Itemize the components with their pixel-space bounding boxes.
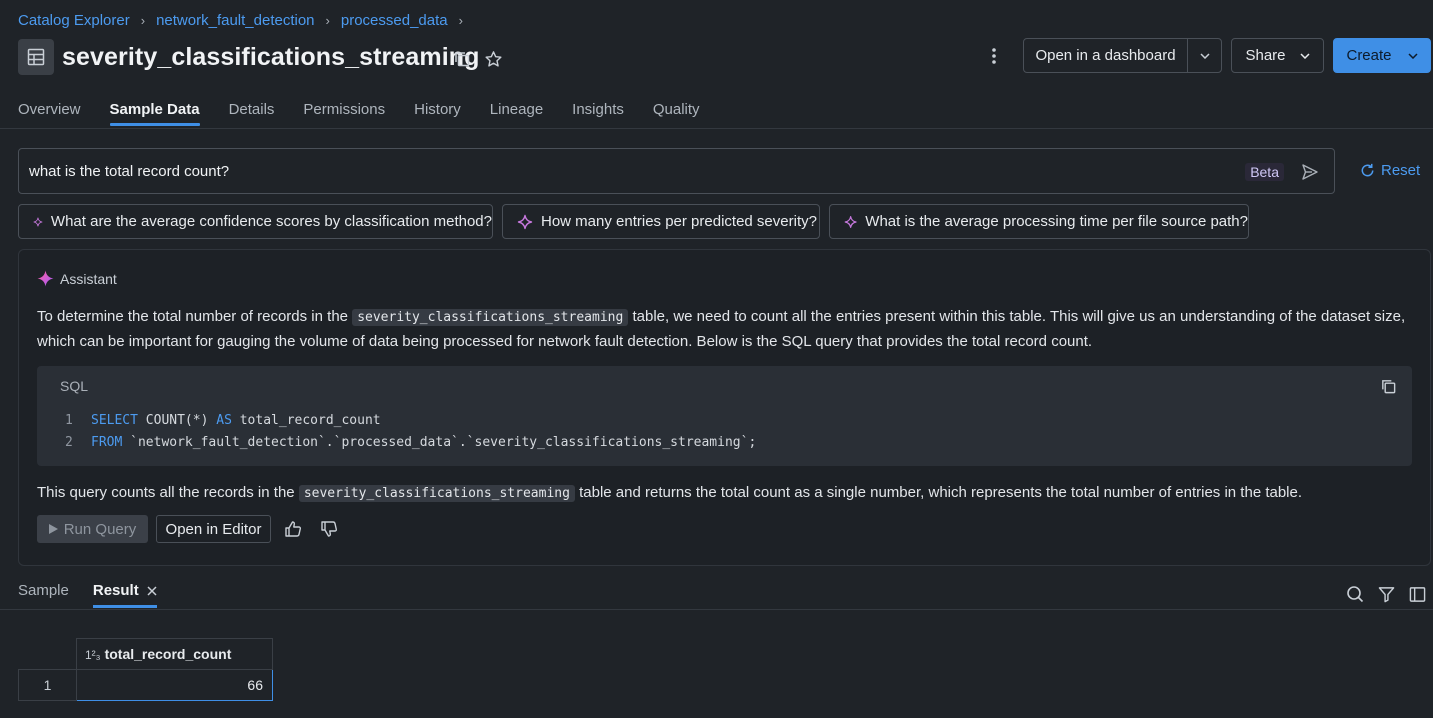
suggestion-label: What are the average confidence scores b… — [50, 213, 492, 230]
line-number: 1 — [65, 413, 73, 428]
filter-icon[interactable] — [1376, 584, 1396, 604]
page-title: severity_classifications_streaming — [62, 43, 480, 71]
inline-table-name: severity_classifications_streaming — [352, 309, 629, 326]
reset-button[interactable]: Reset — [1359, 162, 1420, 179]
table-header-row: 1²₃ total_record_count — [18, 638, 273, 670]
outro-text: This query counts all the records in the — [37, 484, 295, 501]
breadcrumb-separator: › — [325, 13, 330, 28]
table-icon — [18, 39, 54, 75]
suggestion-label: How many entries per predicted severity? — [541, 213, 817, 230]
intro-text: To determine the total number of records… — [37, 308, 349, 325]
run-query-label: Run Query — [63, 520, 137, 538]
column-header-label: total_record_count — [104, 646, 232, 662]
suggestion-chip[interactable]: How many entries per predicted severity? — [502, 204, 820, 239]
result-tab-bar: Sample Result — [18, 582, 157, 608]
open-in-dashboard-button[interactable]: Open in a dashboard — [1023, 38, 1188, 73]
tab-overview[interactable]: Overview — [18, 101, 81, 124]
kebab-menu-icon[interactable] — [983, 45, 1005, 67]
tab-lineage[interactable]: Lineage — [490, 101, 543, 124]
sparkle-icon — [33, 217, 43, 226]
close-icon[interactable] — [147, 585, 157, 596]
dashboard-dropdown-button[interactable] — [1187, 38, 1222, 73]
assistant-intro-line2: which can be important for gauging the v… — [37, 333, 1093, 350]
breadcrumb-catalog[interactable]: network_fault_detection — [156, 12, 314, 29]
copy-icon[interactable] — [452, 49, 472, 69]
assistant-outro: This query counts all the records in the… — [37, 480, 1302, 506]
integer-type-icon: 1²₃ — [85, 648, 101, 662]
tab-label: Sample — [18, 582, 69, 599]
run-query-button[interactable]: Run Query — [37, 515, 148, 543]
sql-keyword: AS — [216, 413, 232, 428]
tab-quality[interactable]: Quality — [653, 101, 700, 124]
result-cell[interactable]: 66 — [76, 669, 273, 701]
assistant-intro-line1: To determine the total number of records… — [37, 304, 1405, 330]
result-table: 1²₃ total_record_count 1 66 — [18, 638, 273, 701]
chevron-down-icon — [1299, 52, 1310, 59]
search-icon[interactable] — [1345, 584, 1365, 604]
play-icon — [48, 524, 58, 534]
inline-table-name: severity_classifications_streaming — [298, 485, 575, 502]
prompt-text[interactable]: what is the total record count? — [29, 163, 229, 180]
chevron-down-icon — [1199, 52, 1210, 59]
tab-insights[interactable]: Insights — [572, 101, 624, 124]
suggestion-chip[interactable]: What are the average confidence scores b… — [18, 204, 493, 239]
assistant-prompt-input[interactable]: what is the total record count? Beta — [18, 148, 1335, 194]
create-button[interactable]: Create — [1333, 38, 1431, 73]
code-text: `network_fault_detection`.`processed_dat… — [122, 435, 757, 450]
open-in-editor-button[interactable]: Open in Editor — [156, 515, 271, 543]
intro-text: table, we need to count all the entries … — [632, 308, 1406, 325]
tab-details[interactable]: Details — [229, 101, 275, 124]
tab-permissions[interactable]: Permissions — [303, 101, 385, 124]
copy-code-icon[interactable] — [1378, 376, 1398, 396]
result-tabs-divider — [0, 609, 1433, 610]
sidebar-panel-icon[interactable] — [1407, 584, 1427, 604]
breadcrumb-separator: › — [140, 13, 146, 28]
table-row: 1 66 — [18, 669, 273, 701]
assistant-sparkle-icon — [37, 270, 54, 287]
sql-code-block: SQL 1 SELECT COUNT(*) AS total_record_cou… — [37, 366, 1412, 466]
assistant-header: Assistant — [37, 270, 117, 287]
tab-history[interactable]: History — [414, 101, 461, 124]
code-text: total_record_count — [231, 413, 381, 428]
sql-keyword: SELECT — [91, 413, 138, 428]
breadcrumb-separator: › — [458, 13, 463, 28]
outro-text: table and returns the total count as a s… — [579, 484, 1303, 501]
line-number: 2 — [65, 435, 73, 450]
tab-label: Result — [92, 582, 139, 599]
thumbs-up-icon[interactable] — [282, 518, 304, 540]
tab-result[interactable]: Result — [92, 582, 157, 608]
code-line: 2 FROM `network_fault_detection`.`process… — [65, 435, 756, 450]
sparkle-icon — [844, 215, 857, 228]
assistant-label: Assistant — [60, 270, 117, 287]
reset-label: Reset — [1381, 162, 1421, 179]
tab-sample-data[interactable]: Sample Data — [109, 101, 200, 126]
send-icon[interactable] — [1300, 162, 1320, 182]
code-language-label: SQL — [60, 378, 89, 394]
star-icon[interactable] — [483, 49, 503, 69]
tab-sample[interactable]: Sample — [18, 582, 69, 607]
sql-keyword: FROM — [91, 435, 123, 450]
thumbs-down-icon[interactable] — [318, 518, 340, 540]
share-label: Share — [1245, 47, 1286, 64]
row-number-header — [18, 638, 77, 670]
tab-bar: Overview Sample Data Details Permissions… — [18, 101, 700, 126]
sparkle-icon — [517, 214, 533, 229]
share-button[interactable]: Share — [1231, 38, 1324, 73]
breadcrumb-catalog-explorer[interactable]: Catalog Explorer — [18, 12, 130, 29]
code-text: COUNT(*) — [137, 413, 217, 428]
create-label: Create — [1346, 47, 1392, 64]
assistant-response-panel: Assistant To determine the total number … — [18, 249, 1431, 566]
suggestion-label: What is the average processing time per … — [865, 213, 1248, 230]
beta-badge: Beta — [1245, 163, 1284, 181]
suggestion-chip[interactable]: What is the average processing time per … — [829, 204, 1249, 239]
breadcrumb: Catalog Explorer › network_fault_detecti… — [18, 12, 474, 29]
chevron-down-icon — [1407, 52, 1418, 59]
tabs-divider — [0, 128, 1433, 129]
column-header-total-record-count[interactable]: 1²₃ total_record_count — [76, 638, 273, 670]
refresh-icon — [1361, 163, 1374, 177]
row-number: 1 — [18, 669, 77, 701]
code-line: 1 SELECT COUNT(*) AS total_record_count — [65, 413, 381, 428]
breadcrumb-schema[interactable]: processed_data — [341, 12, 448, 29]
